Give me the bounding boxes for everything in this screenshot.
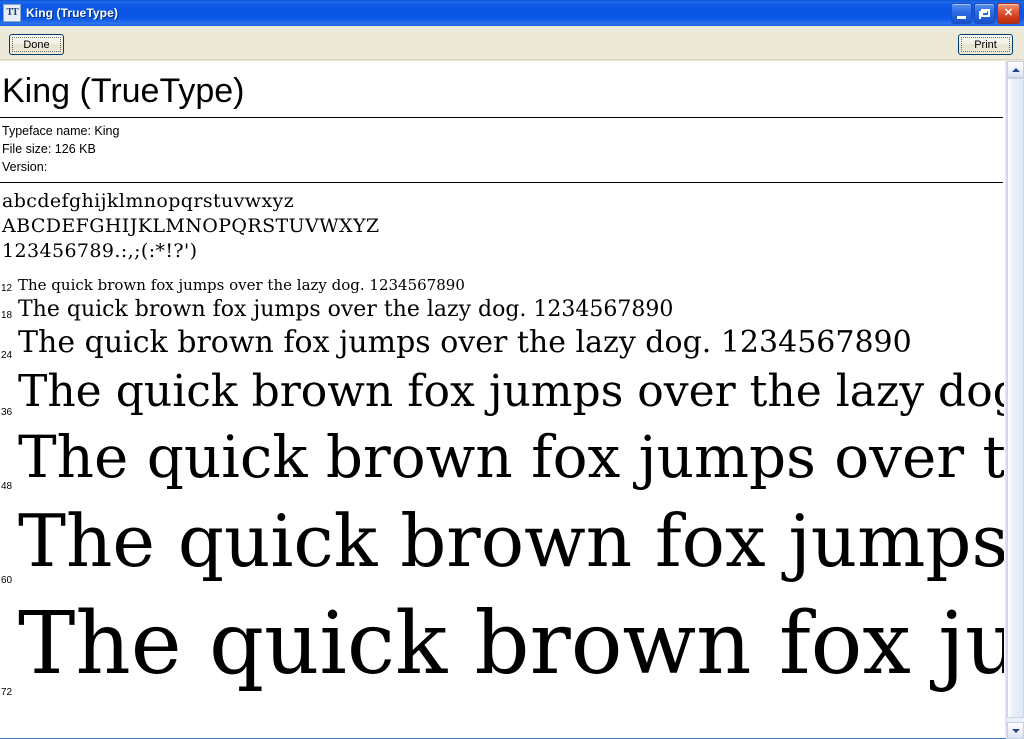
charset-lowercase: abcdefghijklmnopqrstuvwxyz bbox=[2, 190, 295, 212]
sample-row-48: 48 The quick brown fox jumps over the la… bbox=[0, 420, 1005, 494]
sample-size-label-12: 12 bbox=[1, 283, 13, 294]
print-button-label: Print bbox=[974, 38, 997, 51]
sample-size-label-18: 18 bbox=[1, 310, 13, 321]
minimize-icon bbox=[957, 15, 966, 19]
scroll-down-button[interactable] bbox=[1007, 722, 1024, 739]
sample-row-24: 24 The quick brown fox jumps over the la… bbox=[0, 323, 1004, 363]
truetype-icon-glyph: TT bbox=[6, 7, 18, 18]
sample-row-72: 72 The quick brown fox jumps over the la… bbox=[0, 588, 1004, 700]
sample-size-label-24: 24 bbox=[1, 350, 13, 361]
title-bar: TT King (TrueType) ✕ bbox=[0, 0, 1024, 26]
size-samples: 12 The quick brown fox jumps over the la… bbox=[0, 270, 1005, 700]
sample-text-72: The quick brown fox jumps over the lazy … bbox=[18, 594, 1004, 694]
font-viewer-window: TT King (TrueType) ✕ Done Print King (Tr… bbox=[0, 0, 1024, 739]
charset-digits-punctuation: 123456789.:,;(:*!?') bbox=[2, 240, 198, 262]
sample-row-18: 18 The quick brown fox jumps over the la… bbox=[0, 296, 1004, 323]
font-preview-document: King (TrueType) Typeface name: King File… bbox=[0, 61, 1005, 700]
scroll-up-button[interactable] bbox=[1007, 61, 1024, 78]
font-metadata: Typeface name: King File size: 126 KB Ve… bbox=[0, 118, 1004, 182]
window-title: King (TrueType) bbox=[26, 6, 118, 20]
done-button-label: Done bbox=[23, 38, 50, 51]
character-set-preview: abcdefghijklmnopqrstuvwxyz ABCDEFGHIJKLM… bbox=[0, 183, 1004, 270]
scroll-down-icon bbox=[1011, 728, 1020, 733]
scrollbar-track[interactable] bbox=[1007, 78, 1024, 722]
sample-size-label-60: 60 bbox=[1, 575, 13, 586]
page-title: King (TrueType) bbox=[2, 72, 245, 110]
metadata-file-size: File size: 126 KB bbox=[2, 142, 96, 156]
toolbar: Done Print bbox=[0, 26, 1024, 60]
scroll-up-icon bbox=[1011, 67, 1020, 72]
font-preview-pane: King (TrueType) Typeface name: King File… bbox=[0, 61, 1005, 739]
scrollbar-thumb[interactable] bbox=[1007, 78, 1024, 718]
sample-row-60: 60 The quick brown fox jumps over the la… bbox=[0, 494, 1005, 588]
minimize-button[interactable] bbox=[951, 2, 972, 24]
sample-text-36: The quick brown fox jumps over the lazy … bbox=[18, 366, 1004, 417]
sample-size-label-48: 48 bbox=[1, 481, 13, 492]
done-button[interactable]: Done bbox=[9, 34, 64, 55]
print-button[interactable]: Print bbox=[958, 34, 1013, 55]
sample-text-48: The quick brown fox jumps over the lazy … bbox=[18, 423, 1005, 491]
sample-size-label-36: 36 bbox=[1, 407, 13, 418]
window-controls: ✕ bbox=[951, 2, 1020, 24]
charset-uppercase: ABCDEFGHIJKLMNOPQRSTUVWXYZ bbox=[2, 215, 380, 237]
vertical-scrollbar[interactable] bbox=[1006, 61, 1024, 739]
sample-text-60: The quick brown fox jumps over the lazy … bbox=[18, 499, 1005, 583]
sample-row-36: 36 The quick brown fox jumps over the la… bbox=[0, 363, 1004, 420]
truetype-font-icon: TT bbox=[3, 4, 21, 22]
sample-text-12: The quick brown fox jumps over the lazy … bbox=[18, 276, 465, 294]
sample-text-24: The quick brown fox jumps over the lazy … bbox=[18, 325, 912, 360]
metadata-typeface-name: Typeface name: King bbox=[2, 124, 120, 138]
restore-button[interactable] bbox=[974, 2, 995, 24]
close-button[interactable]: ✕ bbox=[997, 2, 1020, 24]
metadata-version: Version: bbox=[2, 160, 48, 174]
close-icon: ✕ bbox=[1003, 6, 1014, 19]
restore-icon-back bbox=[979, 10, 987, 19]
sample-size-label-72: 72 bbox=[1, 687, 13, 698]
sample-text-18: The quick brown fox jumps over the lazy … bbox=[18, 297, 674, 322]
sample-row-12: 12 The quick brown fox jumps over the la… bbox=[0, 274, 1004, 296]
